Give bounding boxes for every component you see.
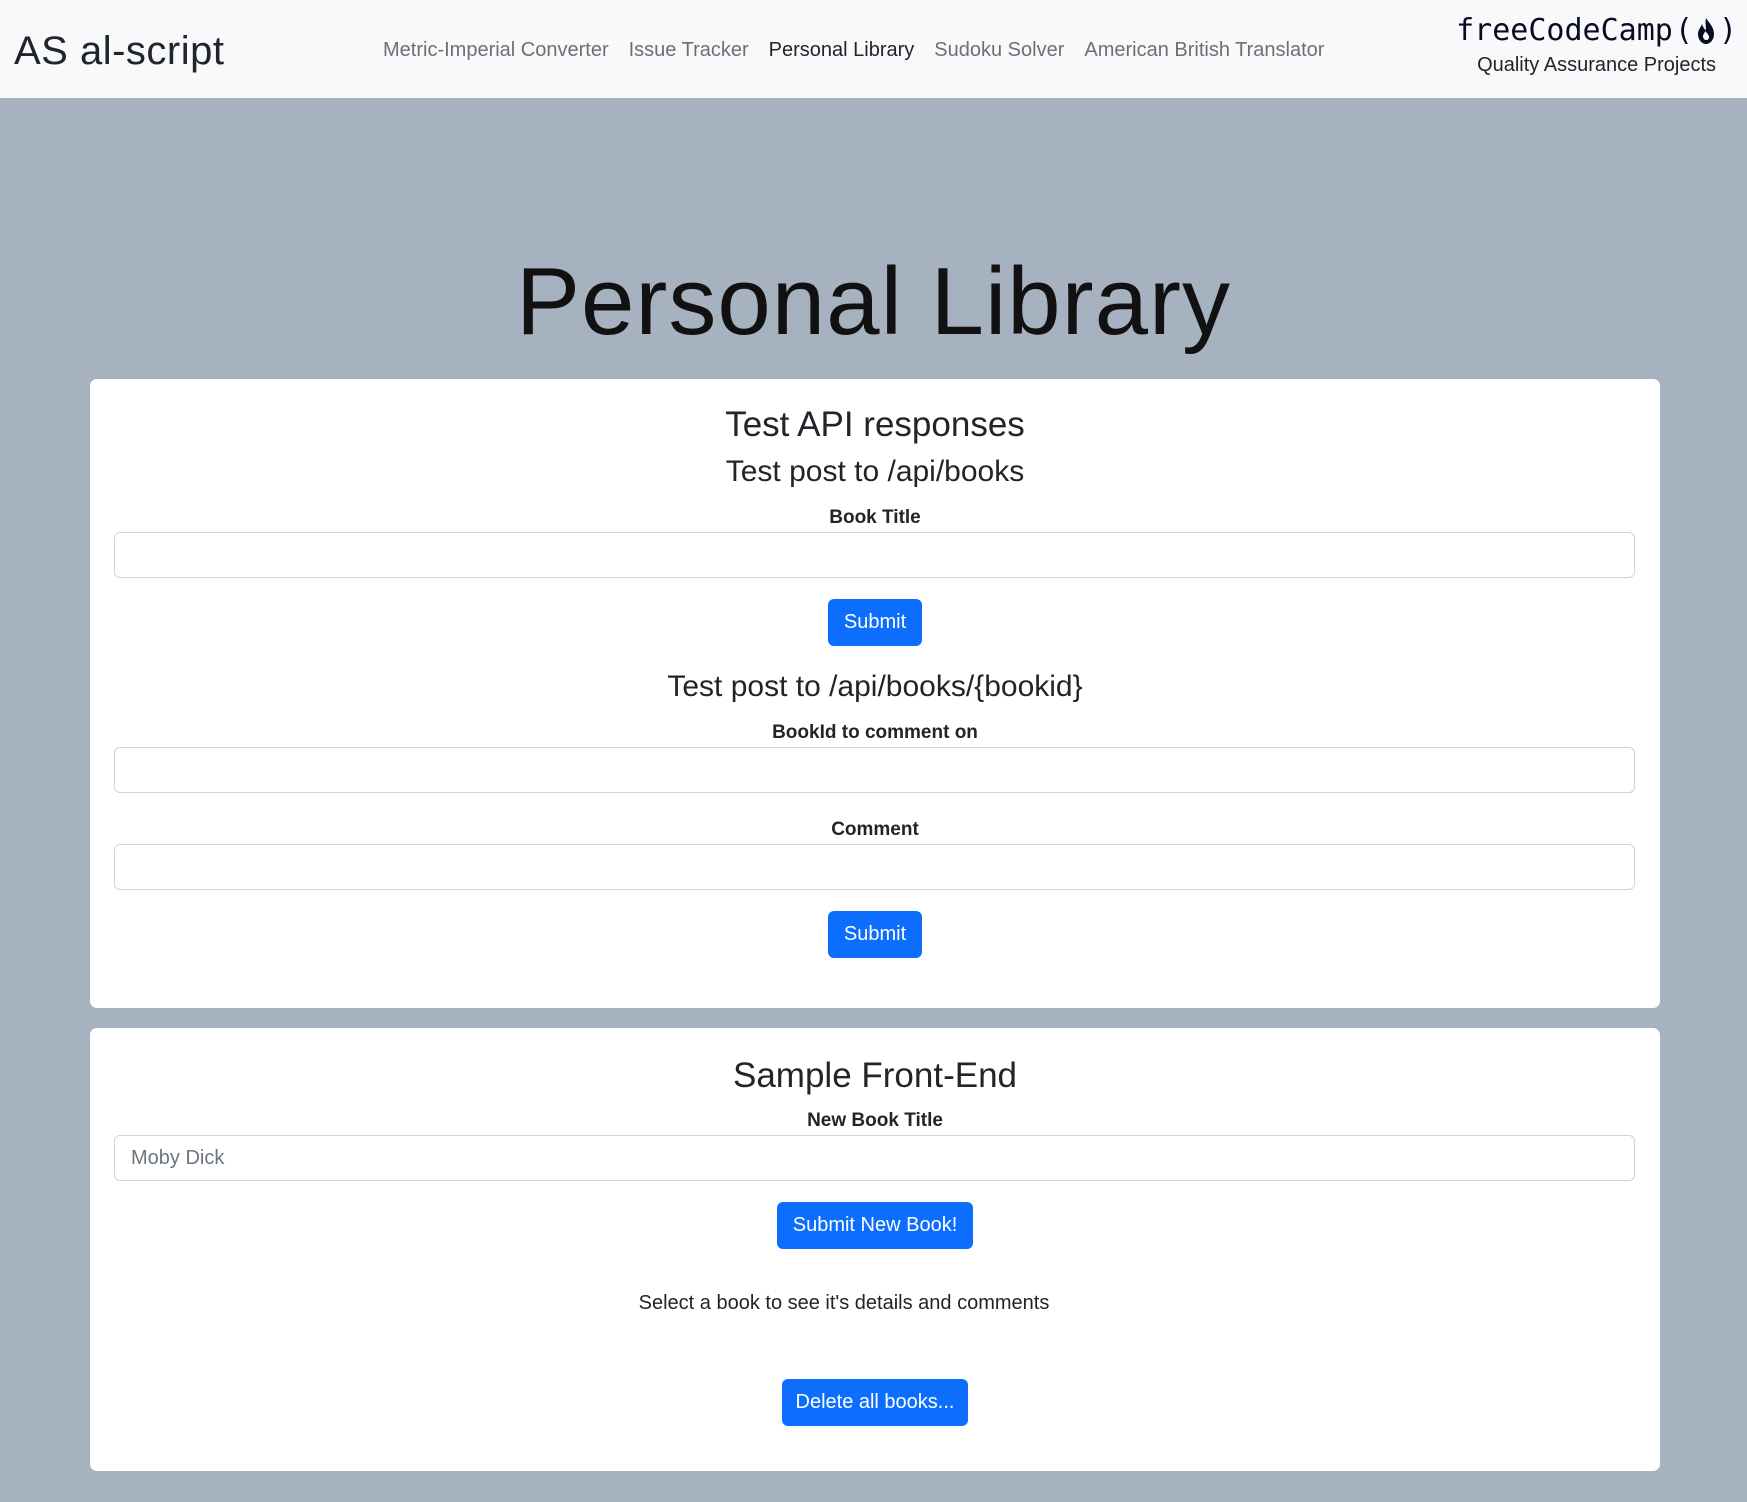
bookid-label: BookId to comment on — [772, 722, 978, 743]
comment-label: Comment — [831, 819, 919, 840]
comment-input[interactable] — [114, 844, 1635, 890]
bookid-input[interactable] — [114, 747, 1635, 793]
book-title-input[interactable] — [114, 532, 1635, 578]
test-post-bookid-title: Test post to /api/books/{bookid} — [667, 670, 1083, 703]
nav-links: Metric-Imperial Converter Issue Tracker … — [383, 36, 1324, 64]
brand-title[interactable]: AS al-script — [14, 24, 225, 78]
freecodecamp-logo-block[interactable]: freeCodeCamp() Quality Assurance Project… — [1456, 12, 1737, 78]
nav-link-metric-imperial-converter[interactable]: Metric-Imperial Converter — [383, 36, 609, 64]
book-title-label: Book Title — [829, 507, 921, 528]
nav-link-issue-tracker[interactable]: Issue Tracker — [629, 36, 749, 64]
nav-link-personal-library[interactable]: Personal Library — [769, 36, 915, 64]
logo-paren-open: ( — [1674, 13, 1693, 48]
sample-front-end-card: Sample Front-End New Book Title Submit N… — [90, 1028, 1660, 1471]
test-api-card: Test API responses Test post to /api/boo… — [90, 379, 1660, 1008]
delete-all-books-button[interactable]: Delete all books... — [782, 1379, 968, 1426]
submit-book-button[interactable]: Submit — [828, 599, 922, 646]
new-book-title-input[interactable] — [114, 1135, 1635, 1181]
nav-link-american-british-translator[interactable]: American British Translator — [1084, 36, 1324, 64]
flame-icon — [1695, 16, 1717, 46]
freecodecamp-logo-text: freeCodeCamp — [1456, 13, 1673, 48]
submit-new-book-button[interactable]: Submit New Book! — [777, 1202, 973, 1249]
new-book-title-label: New Book Title — [807, 1110, 943, 1131]
book-detail-info-text: Select a book to see it's details and co… — [638, 1292, 1050, 1314]
test-post-books-title: Test post to /api/books — [725, 455, 1025, 488]
navbar: AS al-script Metric-Imperial Converter I… — [0, 0, 1747, 98]
nav-link-sudoku-solver[interactable]: Sudoku Solver — [934, 36, 1064, 64]
sample-front-end-title: Sample Front-End — [732, 1056, 1018, 1095]
test-api-title: Test API responses — [725, 405, 1025, 444]
page-title: Personal Library — [516, 248, 1231, 355]
submit-comment-button[interactable]: Submit — [828, 911, 922, 958]
freecodecamp-subtitle: Quality Assurance Projects — [1477, 54, 1717, 76]
freecodecamp-logo: freeCodeCamp() — [1456, 12, 1737, 50]
logo-paren-close: ) — [1718, 13, 1737, 48]
